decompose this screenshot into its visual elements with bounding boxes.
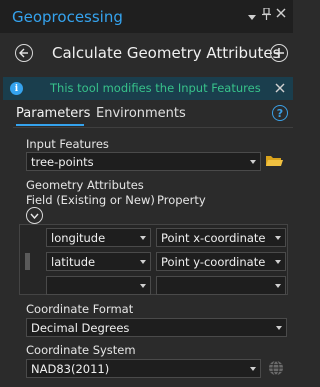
property-value: Point x-coordinate bbox=[161, 231, 266, 245]
pane-title: Geoprocessing bbox=[12, 8, 123, 26]
chevron-down-icon bbox=[140, 284, 146, 288]
chevron-down-icon bbox=[250, 367, 256, 371]
plus-icon[interactable] bbox=[270, 44, 288, 62]
info-message: This tool modifies the Input Features bbox=[50, 81, 261, 95]
tab-divider bbox=[13, 127, 293, 128]
geometry-attributes-label: Geometry Attributes bbox=[26, 178, 144, 192]
globe-icon[interactable] bbox=[268, 360, 284, 379]
property-dropdown[interactable]: Point y-coordinate bbox=[156, 252, 286, 271]
chevron-down-icon bbox=[250, 160, 256, 164]
help-icon[interactable]: ? bbox=[272, 105, 288, 121]
back-arrow-icon[interactable] bbox=[15, 44, 33, 62]
coordinate-system-label: Coordinate System bbox=[26, 343, 136, 357]
property-dropdown[interactable]: Point x-coordinate bbox=[156, 228, 286, 247]
coordinate-format-label: Coordinate Format bbox=[26, 302, 134, 316]
input-features-label: Input Features bbox=[26, 137, 109, 151]
coordinate-format-dropdown[interactable]: Decimal Degrees bbox=[26, 318, 287, 337]
tab-environments[interactable]: Environments bbox=[96, 106, 186, 121]
collapse-chevron-icon[interactable] bbox=[26, 207, 43, 224]
field-column-header: Field (Existing or New) bbox=[26, 193, 155, 207]
field-value: latitude bbox=[51, 255, 96, 269]
folder-icon[interactable] bbox=[266, 154, 283, 170]
tool-title: Calculate Geometry Attributes bbox=[52, 44, 281, 62]
input-features-dropdown[interactable]: tree-points bbox=[26, 152, 261, 171]
coordinate-system-value: NAD83(2011) bbox=[31, 362, 110, 376]
field-value: longitude bbox=[51, 231, 106, 245]
property-dropdown[interactable] bbox=[156, 276, 286, 295]
field-dropdown[interactable]: latitude bbox=[46, 252, 151, 271]
coordinate-format-value: Decimal Degrees bbox=[31, 321, 130, 335]
chevron-down-icon bbox=[140, 260, 146, 264]
chevron-down-icon bbox=[275, 236, 281, 240]
field-dropdown[interactable]: longitude bbox=[46, 228, 151, 247]
property-column-header: Property bbox=[157, 193, 206, 207]
info-icon: i bbox=[10, 82, 23, 95]
tab-active-indicator bbox=[16, 124, 84, 126]
info-close-icon[interactable] bbox=[275, 79, 285, 97]
input-features-value: tree-points bbox=[31, 155, 94, 169]
tab-parameters[interactable]: Parameters bbox=[16, 106, 90, 121]
pin-icon[interactable] bbox=[262, 7, 271, 23]
chevron-down-icon bbox=[275, 284, 281, 288]
chevron-down-icon bbox=[276, 326, 282, 330]
coordinate-system-dropdown[interactable]: NAD83(2011) bbox=[26, 359, 261, 378]
chevron-down-icon bbox=[275, 260, 281, 264]
close-icon[interactable] bbox=[276, 8, 286, 21]
row-drag-handle[interactable] bbox=[25, 253, 30, 270]
field-dropdown[interactable] bbox=[46, 276, 151, 295]
dropdown-icon[interactable] bbox=[248, 11, 256, 24]
property-value: Point y-coordinate bbox=[161, 255, 266, 269]
chevron-down-icon bbox=[140, 236, 146, 240]
